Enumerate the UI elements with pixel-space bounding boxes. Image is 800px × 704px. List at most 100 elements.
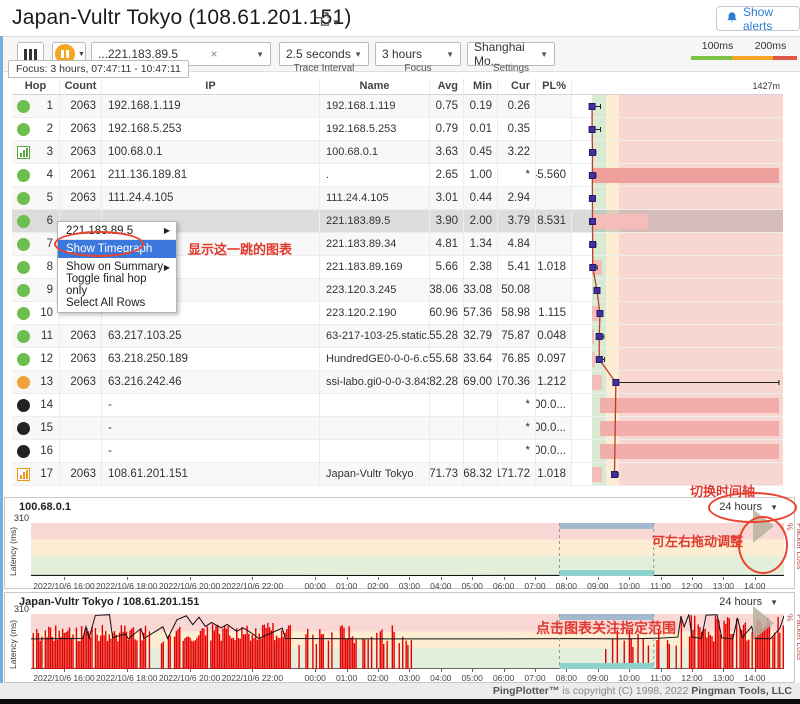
focus-range-tab[interactable]: Focus: 3 hours, 07:47:11 - 10:47:11 bbox=[8, 60, 189, 78]
table-row[interactable]: 13206363.216.242.46ssi-labo.gi0-0-0-3.84… bbox=[12, 371, 783, 394]
table-row[interactable]: 172063108.61.201.151Japan-Vultr Tokyo171… bbox=[12, 463, 783, 486]
x-tick-label: 00:00 bbox=[305, 581, 326, 591]
show-alerts-button[interactable]: Show alerts bbox=[716, 6, 800, 31]
x-tick-label: 2022/10/6 16:00 bbox=[33, 581, 94, 591]
table-header-row: HopCountIPNameAvgMinCurPL%1427m bbox=[12, 78, 783, 95]
drag-handle-icon[interactable] bbox=[753, 509, 774, 543]
table-row[interactable]: 11206363.217.103.2563-217-103-25.static.… bbox=[12, 325, 783, 348]
cell-pl: 8.531 bbox=[536, 210, 572, 232]
packet-loss-bar bbox=[592, 260, 602, 275]
x-tick-label: 11:00 bbox=[650, 673, 671, 683]
cell-name: 223.120.2.190 bbox=[320, 302, 430, 324]
table-row[interactable]: 12063192.168.1.119192.168.1.1190.750.190… bbox=[12, 95, 783, 118]
x-tick-label: 07:00 bbox=[524, 673, 545, 683]
hop-status-ok-icon bbox=[17, 284, 30, 297]
table-row[interactable]: 14-*100.0... bbox=[12, 394, 783, 417]
cell-ip: - bbox=[102, 394, 320, 416]
cell-cur: 2.94 bbox=[498, 187, 536, 209]
cell-count: 2063 bbox=[60, 371, 102, 393]
column-header[interactable]: Cur bbox=[498, 78, 536, 94]
footer-company: Pingman Tools, LLC bbox=[691, 685, 792, 697]
cell-cur: * bbox=[498, 440, 536, 462]
cell-min: 0.19 bbox=[464, 95, 498, 117]
hop-status-ok-icon bbox=[17, 238, 30, 251]
table-row[interactable]: 22063192.168.5.253192.168.5.2530.790.010… bbox=[12, 118, 783, 141]
column-header[interactable]: Avg bbox=[430, 78, 464, 94]
cell-ip: - bbox=[102, 417, 320, 439]
x-tick-label: 09:00 bbox=[587, 673, 608, 683]
cell-count: 2063 bbox=[60, 463, 102, 485]
hop-status-ok-icon bbox=[17, 261, 30, 274]
cell-cur: * bbox=[498, 394, 536, 416]
cell-min: 33.64 bbox=[464, 348, 498, 370]
x-tick-label: 08:00 bbox=[556, 673, 577, 683]
submenu-arrow-icon: ▶ bbox=[164, 263, 170, 272]
clear-target-icon[interactable]: × bbox=[211, 47, 224, 61]
x-tick-label: 06:00 bbox=[493, 673, 514, 683]
share-button[interactable]: ▼ bbox=[314, 12, 348, 32]
context-menu-item[interactable]: Show Timegraph bbox=[58, 240, 176, 258]
column-header[interactable]: Hop bbox=[12, 78, 60, 94]
column-header[interactable]: Count bbox=[60, 78, 102, 94]
column-header[interactable]: Name bbox=[320, 78, 430, 94]
hop-number: 11 bbox=[41, 330, 53, 342]
trace-interval-value: 2.5 seconds bbox=[286, 47, 351, 61]
table-row[interactable]: 15-*100.0... bbox=[12, 417, 783, 440]
bell-icon bbox=[726, 11, 738, 27]
context-menu-item[interactable]: Toggle final hop only bbox=[58, 276, 176, 294]
cell-pl bbox=[536, 187, 572, 209]
cell-pl: 45.560 bbox=[536, 164, 572, 186]
hop-number: 9 bbox=[47, 284, 53, 296]
window-left-border bbox=[0, 36, 3, 699]
cell-min bbox=[464, 394, 498, 416]
cell-count: 2063 bbox=[60, 187, 102, 209]
drag-handle-icon[interactable] bbox=[753, 606, 774, 640]
x-tick-label: 11:00 bbox=[650, 581, 671, 591]
legend-200ms-label: 200ms bbox=[755, 40, 787, 52]
cell-ip: 192.168.1.119 bbox=[102, 95, 320, 117]
latency-mini-graph-cell bbox=[572, 371, 783, 393]
cell-name: 100.68.0.1 bbox=[320, 141, 430, 163]
context-menu-item[interactable]: 221.183.89.5▶ bbox=[58, 222, 176, 240]
cell-name bbox=[320, 440, 430, 462]
cell-count bbox=[60, 440, 102, 462]
context-menu: 221.183.89.5▶Show TimegraphShow on Summa… bbox=[57, 221, 177, 313]
cell-pl: 0.048 bbox=[536, 325, 572, 347]
column-header[interactable]: PL% bbox=[536, 78, 572, 94]
column-header[interactable]: Min bbox=[464, 78, 498, 94]
packet-loss-bar bbox=[592, 375, 602, 390]
hop-number: 4 bbox=[47, 169, 53, 181]
x-tick-label: 03:00 bbox=[399, 673, 420, 683]
x-tick-label: 2022/10/6 18:00 bbox=[96, 581, 157, 591]
x-tick-label: 01:00 bbox=[336, 581, 357, 591]
latency-mini-graph-cell bbox=[572, 394, 783, 416]
cell-cur: 58.98 bbox=[498, 302, 536, 324]
cell-pl: 100.0... bbox=[536, 440, 572, 462]
context-menu-item[interactable]: Select All Rows bbox=[58, 294, 176, 312]
legend-100ms-label: 100ms bbox=[702, 40, 734, 52]
cell-pl bbox=[536, 118, 572, 140]
cell-name: 221.183.89.5 bbox=[320, 210, 430, 232]
table-row[interactable]: 32063100.68.0.1100.68.0.13.630.453.22 bbox=[12, 141, 783, 164]
x-tick-label: 02:00 bbox=[367, 673, 388, 683]
cell-ip: 211.136.189.81 bbox=[102, 164, 320, 186]
hop-status-ok-icon bbox=[17, 330, 30, 343]
column-header[interactable]: IP bbox=[102, 78, 320, 94]
table-row[interactable]: 42061211.136.189.81.2.651.00*45.560 bbox=[12, 164, 783, 187]
x-tick-label: 00:00 bbox=[305, 673, 326, 683]
table-row[interactable]: 16-*100.0... bbox=[12, 440, 783, 463]
x-tick-label: 14:00 bbox=[744, 673, 765, 683]
hop-status-ok-icon bbox=[17, 307, 30, 320]
hop-status-down-icon bbox=[17, 445, 30, 458]
cell-avg: 0.75 bbox=[430, 95, 464, 117]
latency-color-legend: 100ms 200ms bbox=[691, 40, 797, 60]
cell-cur: * bbox=[498, 417, 536, 439]
x-tick-label: 09:00 bbox=[587, 581, 608, 591]
x-tick-label: 07:00 bbox=[524, 581, 545, 591]
table-row[interactable]: 12206363.218.250.189HundredGE0-0-0-6.cl.… bbox=[12, 348, 783, 371]
focus-label: Focus bbox=[375, 63, 461, 74]
x-tick-label: 05:00 bbox=[462, 581, 483, 591]
cell-avg: 2.65 bbox=[430, 164, 464, 186]
table-row[interactable]: 52063111.24.4.105111.24.4.1053.010.442.9… bbox=[12, 187, 783, 210]
cell-ip: - bbox=[102, 440, 320, 462]
